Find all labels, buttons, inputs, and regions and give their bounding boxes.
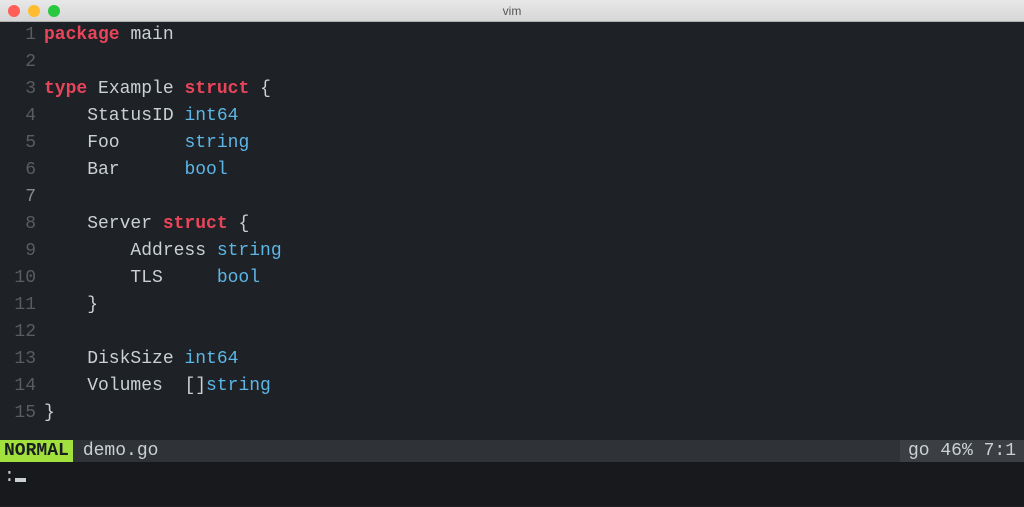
editor-area[interactable]: 1package main23type Example struct {4 St… <box>0 22 1024 440</box>
token: Example <box>98 79 174 99</box>
code-content[interactable] <box>44 319 1024 346</box>
token: int64 <box>184 349 238 369</box>
code-content[interactable]: Address string <box>44 238 1024 265</box>
token <box>87 79 98 99</box>
token: Foo <box>44 133 184 153</box>
token: { <box>249 79 271 99</box>
line-number: 2 <box>0 49 44 76</box>
token: string <box>184 133 249 153</box>
line-number: 5 <box>0 130 44 157</box>
code-line[interactable]: 12 <box>0 319 1024 346</box>
percent-label: 46% <box>940 440 972 462</box>
code-content[interactable]: } <box>44 292 1024 319</box>
code-content[interactable]: type Example struct { <box>44 76 1024 103</box>
code-content[interactable]: package main <box>44 22 1024 49</box>
window-titlebar: vim <box>0 0 1024 22</box>
code-content[interactable]: } <box>44 400 1024 427</box>
token: Server <box>44 214 163 234</box>
code-content[interactable]: DiskSize int64 <box>44 346 1024 373</box>
line-number: 12 <box>0 319 44 346</box>
cmd-prompt: : <box>4 467 15 487</box>
code-line[interactable]: 11 } <box>0 292 1024 319</box>
code-line[interactable]: 10 TLS bool <box>0 265 1024 292</box>
traffic-lights <box>8 5 60 17</box>
token: package <box>44 25 120 45</box>
token <box>174 79 185 99</box>
code-line[interactable]: 14 Volumes []string <box>0 373 1024 400</box>
line-number: 14 <box>0 373 44 400</box>
minimize-icon[interactable] <box>28 5 40 17</box>
code-content[interactable] <box>44 184 1024 211</box>
code-line[interactable]: 3type Example struct { <box>0 76 1024 103</box>
code-line[interactable]: 2 <box>0 49 1024 76</box>
token: bool <box>217 268 260 288</box>
position-label: 7:1 <box>984 440 1016 462</box>
close-icon[interactable] <box>8 5 20 17</box>
token: [] <box>184 376 206 396</box>
code-content[interactable]: Foo string <box>44 130 1024 157</box>
token: } <box>44 403 55 423</box>
code-line[interactable]: 8 Server struct { <box>0 211 1024 238</box>
code-content[interactable]: StatusID int64 <box>44 103 1024 130</box>
line-number: 8 <box>0 211 44 238</box>
line-number: 10 <box>0 265 44 292</box>
code-line[interactable]: 15} <box>0 400 1024 427</box>
line-number: 9 <box>0 238 44 265</box>
line-number: 3 <box>0 76 44 103</box>
mode-indicator: NORMAL <box>0 440 73 462</box>
token: struct <box>163 214 228 234</box>
token: Volumes <box>44 376 184 396</box>
token: DiskSize <box>44 349 184 369</box>
token <box>120 25 131 45</box>
code-line[interactable]: 7 <box>0 184 1024 211</box>
file-info: go 46% 7:1 <box>900 440 1024 462</box>
token: string <box>217 241 282 261</box>
code-line[interactable]: 5 Foo string <box>0 130 1024 157</box>
code-content[interactable] <box>44 49 1024 76</box>
command-line[interactable]: : <box>0 462 1024 506</box>
code-content[interactable]: Bar bool <box>44 157 1024 184</box>
token: StatusID <box>44 106 184 126</box>
code-line[interactable]: 1package main <box>0 22 1024 49</box>
line-number: 7 <box>0 184 44 211</box>
status-spacer <box>168 440 900 462</box>
token: type <box>44 79 87 99</box>
line-number: 13 <box>0 346 44 373</box>
line-number: 11 <box>0 292 44 319</box>
token: Address <box>44 241 217 261</box>
token: struct <box>184 79 249 99</box>
token: bool <box>184 160 227 180</box>
code-content[interactable]: TLS bool <box>44 265 1024 292</box>
cursor-icon <box>15 478 26 482</box>
maximize-icon[interactable] <box>48 5 60 17</box>
window-title: vim <box>0 4 1024 18</box>
line-number: 15 <box>0 400 44 427</box>
status-bar: NORMAL demo.go go 46% 7:1 <box>0 440 1024 462</box>
code-line[interactable]: 13 DiskSize int64 <box>0 346 1024 373</box>
token: TLS <box>44 268 217 288</box>
code-content[interactable]: Server struct { <box>44 211 1024 238</box>
token: { <box>228 214 250 234</box>
token: } <box>44 295 98 315</box>
line-number: 6 <box>0 157 44 184</box>
filename-label: demo.go <box>73 440 169 462</box>
token: main <box>130 25 173 45</box>
code-line[interactable]: 9 Address string <box>0 238 1024 265</box>
token: string <box>206 376 271 396</box>
code-line[interactable]: 4 StatusID int64 <box>0 103 1024 130</box>
token: int64 <box>184 106 238 126</box>
code-content[interactable]: Volumes []string <box>44 373 1024 400</box>
filetype-label: go <box>908 440 930 462</box>
token: Bar <box>44 160 184 180</box>
code-line[interactable]: 6 Bar bool <box>0 157 1024 184</box>
line-number: 4 <box>0 103 44 130</box>
line-number: 1 <box>0 22 44 49</box>
